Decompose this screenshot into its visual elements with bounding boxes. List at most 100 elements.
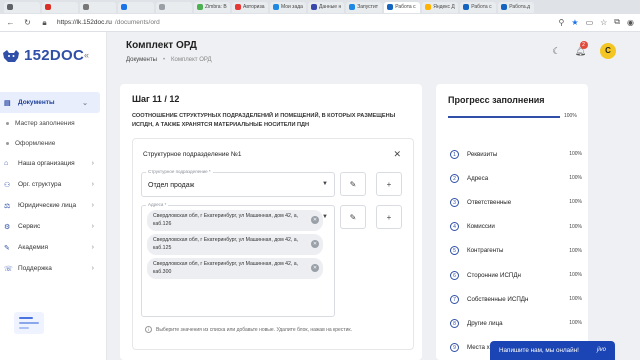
url-field[interactable]: https://lk.152doc.ru/documents/ord [57, 19, 160, 26]
browser-tab[interactable]: Мои зада [270, 1, 306, 13]
browser-tab[interactable] [156, 1, 192, 13]
progress-title: Прогресс заполнения [448, 95, 545, 105]
unit-select[interactable]: Структурное подразделение * Отдел продаж… [141, 169, 335, 197]
breadcrumb: Документы • Комплект ОРД [126, 57, 212, 63]
org-icon: ⌂ [4, 160, 9, 167]
support-icon: ☏ [4, 265, 13, 273]
progress-item[interactable]: 5 Контрагенты 100% [450, 239, 582, 263]
progress-item[interactable]: 2 Адреса 100% [450, 166, 582, 190]
split-screen-icon[interactable]: ▭ [586, 18, 594, 27]
browser-tab[interactable]: Авториза [232, 1, 268, 13]
service-icon: ⚙ [4, 223, 11, 231]
sidebar-item[interactable]: ⚖ Юридические лица › [0, 195, 106, 216]
chevron-right-icon: › [91, 244, 94, 251]
progress-step-number: 1 [450, 149, 459, 159]
address-label: Адреса * [146, 202, 169, 207]
sidebar-item[interactable]: Мастер заполнения [0, 113, 106, 133]
sidebar-item-label: Юридические лица [18, 202, 77, 209]
chat-widget-button[interactable]: Напишите нам, мы онлайн! jivo [490, 341, 615, 360]
sidebar: 152DOC « ▤ Документы ⌄ Мастер заполнения Офо… [0, 32, 107, 360]
chevron-down-icon: ⌄ [82, 99, 88, 107]
sidebar-item[interactable]: Оформление [0, 133, 106, 153]
browser-address-bar: ← ↻ 🔒︎ https://lk.152doc.ru/documents/or… [0, 14, 640, 32]
progress-item[interactable]: 1 Реквизиты 100% [450, 142, 582, 166]
progress-item[interactable]: 3 Ответственные 100% [450, 190, 582, 214]
sidebar-item[interactable]: ⌂ Наша организация › [0, 153, 106, 174]
progress-item[interactable]: 6 Сторонние ИСПДн 100% [450, 263, 582, 287]
academy-icon: ✎ [4, 244, 10, 252]
close-icon[interactable]: ✕ [393, 149, 401, 160]
browser-tab[interactable] [42, 1, 78, 13]
progress-step-number: 8 [450, 318, 459, 328]
collapse-sidebar-icon[interactable]: « [84, 50, 89, 60]
progress-item[interactable]: 8 Другие лица 100% [450, 311, 582, 335]
browser-tab[interactable]: Запустит [346, 1, 383, 13]
progress-step-label: Собственные ИСПДн [467, 295, 529, 303]
notifications-bell-icon[interactable]: 🔔︎ 2 [575, 40, 588, 57]
chevron-right-icon: › [91, 181, 94, 188]
sidebar-item[interactable]: ⚇ Орг. структура › [0, 174, 106, 195]
progress-step-label: Адреса [467, 174, 489, 182]
edit-address-button[interactable]: ✎ [340, 205, 366, 229]
progress-item[interactable]: 4 Комиссии 100% [450, 215, 582, 239]
browser-tab[interactable]: Данные н [308, 1, 345, 13]
zoom-icon[interactable]: ⚲ [559, 18, 565, 27]
address-chip-text: Свердловская обл, г Екатеринбург, ул Маш… [153, 261, 299, 275]
sidebar-item-label: Оформление [15, 139, 56, 147]
chevron-right-icon: › [91, 265, 94, 272]
browser-tab[interactable]: Работа с [384, 1, 421, 13]
breadcrumb-documents[interactable]: Документы [126, 57, 157, 63]
sidebar-item[interactable]: ▤ Документы ⌄ [0, 92, 100, 113]
reload-icon[interactable]: ↻ [23, 18, 32, 27]
sidebar-item[interactable]: ✎ Академия › [0, 237, 106, 258]
bookmark-star-icon[interactable]: ★ [571, 18, 578, 27]
remove-chip-icon[interactable]: ✕ [311, 240, 319, 248]
tab-favicon-icon [235, 4, 241, 10]
collections-icon[interactable]: ⧉ [614, 17, 620, 27]
address-chip: Свердловская обл, г Екатеринбург, ул Маш… [147, 210, 323, 231]
header-actions: ☾ 🔔︎ 2 С [552, 40, 616, 59]
browser-tab[interactable]: Zimbra: В [194, 1, 230, 13]
unit-select-label: Структурное подразделение * [146, 169, 213, 174]
unit-block-title: Структурное подразделение №1 [143, 151, 242, 158]
browser-tab[interactable]: Работа с [460, 1, 497, 13]
progress-step-number: 7 [450, 294, 459, 304]
sidebar-item[interactable]: ☏ Поддержка › [0, 258, 106, 279]
browser-tab[interactable] [80, 1, 116, 13]
progress-step-percent: 100% [569, 175, 582, 182]
browser-tab-strip: Zimbra: В Авториза Мои зада Данные н Запусти… [0, 0, 640, 14]
sidebar-item[interactable]: ⚙ Сервис › [0, 216, 106, 237]
overall-progress-fill [448, 116, 560, 118]
add-unit-button[interactable]: + [376, 172, 402, 196]
progress-item[interactable]: 7 Собственные ИСПДн 100% [450, 287, 582, 311]
favorites-icon[interactable]: ☆ [600, 18, 607, 27]
legal-icon: ⚖ [4, 202, 11, 210]
lock-icon[interactable]: 🔒︎ [40, 18, 49, 28]
tab-title: Работа.д [509, 4, 531, 10]
url-path: /documents/ord [114, 19, 160, 26]
browser-tab[interactable]: Яндекс Д [422, 1, 459, 13]
remove-chip-icon[interactable]: ✕ [311, 264, 319, 272]
tab-title: Данные н [319, 4, 342, 10]
logo-dog-icon [3, 49, 19, 62]
tab-favicon-icon [83, 4, 89, 10]
browser-tab[interactable] [4, 1, 40, 13]
progress-step-label: Комиссии [467, 223, 495, 231]
profile-icon[interactable]: ◉ [627, 18, 634, 27]
add-address-button[interactable]: + [376, 205, 402, 229]
logo[interactable]: 152DOC [2, 47, 84, 64]
tab-favicon-icon [349, 4, 356, 10]
sidebar-item-label: Поддержка [18, 265, 52, 272]
dropdown-arrow-icon[interactable]: ▼ [322, 181, 328, 187]
address-multiselect[interactable]: Адреса * ▼ Свердловская обл, г Екатеринб… [141, 202, 335, 317]
browser-tab[interactable] [118, 1, 154, 13]
chat-label: Напишите нам, мы онлайн! [499, 347, 579, 354]
chevron-right-icon: › [91, 160, 94, 167]
back-icon[interactable]: ← [6, 18, 15, 27]
dark-mode-moon-icon[interactable]: ☾ [552, 46, 560, 57]
browser-tab[interactable]: Работа.д [498, 1, 535, 13]
remove-chip-icon[interactable]: ✕ [311, 216, 319, 224]
edit-unit-button[interactable]: ✎ [340, 172, 366, 196]
progress-step-percent: 100% [569, 247, 582, 254]
avatar[interactable]: С [600, 43, 616, 59]
